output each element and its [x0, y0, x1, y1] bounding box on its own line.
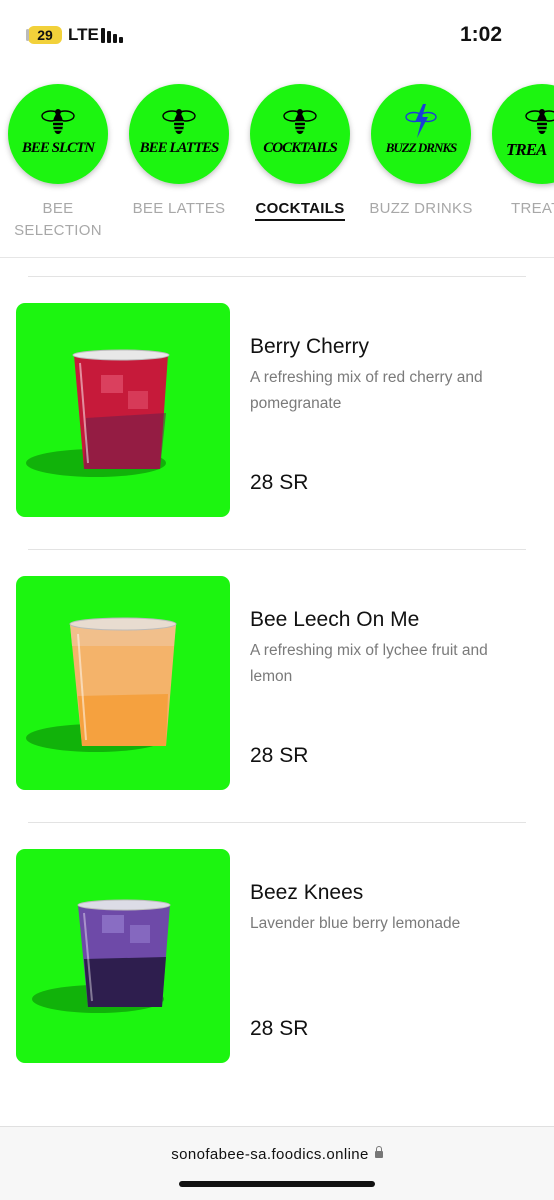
category-label-active[interactable]: COCKTAILS — [240, 198, 360, 221]
bee-icon — [41, 109, 75, 134]
category-logo[interactable]: BEE LATTES — [129, 84, 229, 184]
header-divider — [0, 257, 554, 258]
bee-icon — [162, 109, 196, 134]
category-logo[interactable]: BEE SLCTN — [8, 84, 108, 184]
category-logo-text: BEE SLCTN — [21, 140, 95, 156]
divider — [28, 276, 526, 277]
bee-icon — [525, 109, 554, 134]
carrier-label: LTE — [68, 25, 99, 44]
browser-address-bar[interactable]: sonofabee-sa.foodics.online — [0, 1126, 554, 1200]
category-buzz-drinks[interactable]: BUZZ DRNKS BUZZ DRINKS — [361, 84, 481, 220]
product-image[interactable] — [16, 849, 230, 1063]
product-price: 28 SR — [250, 1017, 309, 1040]
drink-cup-image — [32, 899, 171, 1013]
drink-cup-image — [26, 349, 170, 477]
url-text: sonofabee-sa.foodics.online — [171, 1146, 369, 1163]
category-logo[interactable]: BUZZ DRNKS — [371, 84, 471, 184]
category-logo-text: BEE LATTES — [139, 140, 220, 156]
signal-icon — [101, 27, 127, 43]
product-image[interactable] — [16, 576, 230, 790]
product-card-beez-knees[interactable]: Beez Knees Lavender blue berry lemonade … — [16, 849, 536, 1063]
product-name: Bee Leech On Me — [250, 608, 420, 631]
status-bar: 29 LTE 1:02 — [0, 0, 554, 70]
product-description: A refreshing mix of lychee fruit and lem… — [250, 642, 488, 685]
category-logo-text: TREA — [506, 140, 547, 159]
divider — [28, 549, 526, 550]
home-indicator[interactable] — [179, 1181, 375, 1187]
category-logo-text: COCKTAILS — [263, 140, 338, 156]
drink-cup-image — [26, 617, 177, 752]
category-logo[interactable]: COCKTAILS — [250, 84, 350, 184]
product-name: Beez Knees — [250, 881, 364, 904]
lightning-bee-icon — [405, 104, 437, 138]
product-description: A refreshing mix of red cherry and pomeg… — [250, 369, 483, 412]
divider — [28, 822, 526, 823]
product-description: Lavender blue berry lemonade — [250, 915, 461, 932]
product-card-berry-cherry[interactable]: Berry Cherry A refreshing mix of red che… — [16, 303, 536, 517]
category-cocktails[interactable]: COCKTAILS COCKTAILS — [240, 84, 360, 221]
category-carousel[interactable]: BEE SLCTN BEE SELECTION BEE LATTES BEE L… — [0, 78, 554, 253]
category-label[interactable]: BUZZ DRINKS — [361, 198, 481, 220]
category-treat[interactable]: TREA TREAT — [482, 84, 554, 220]
category-logo-text: BUZZ DRNKS — [385, 140, 458, 155]
bee-icon — [283, 109, 317, 134]
category-label[interactable]: BEE SELECTION — [13, 198, 103, 242]
active-tab-underline: COCKTAILS — [255, 200, 345, 221]
product-image[interactable] — [16, 303, 230, 517]
product-price: 28 SR — [250, 471, 309, 494]
category-bee-selection[interactable]: BEE SLCTN BEE SELECTION — [0, 84, 118, 242]
clock: 1:02 — [459, 23, 502, 46]
lock-icon — [374, 1146, 383, 1158]
battery-indicator: 29 — [26, 26, 62, 44]
product-price: 28 SR — [250, 744, 309, 767]
category-bee-lattes[interactable]: BEE LATTES BEE LATTES — [119, 84, 239, 220]
product-name: Berry Cherry — [250, 335, 370, 358]
category-label[interactable]: BEE LATTES — [119, 198, 239, 220]
category-label[interactable]: TREAT — [482, 198, 554, 220]
category-logo[interactable]: TREA — [492, 84, 554, 184]
product-card-bee-leech-on-me[interactable]: Bee Leech On Me A refreshing mix of lych… — [16, 576, 536, 790]
url-display[interactable]: sonofabee-sa.foodics.online — [0, 1146, 554, 1163]
